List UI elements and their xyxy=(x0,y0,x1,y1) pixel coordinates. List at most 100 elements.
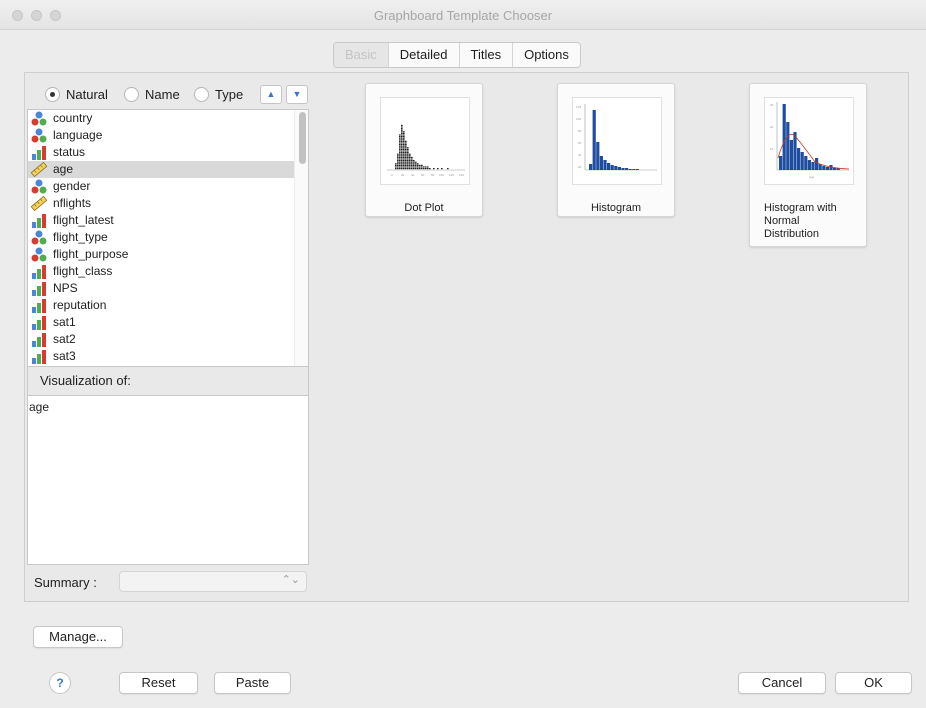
dot-mark xyxy=(413,160,415,162)
tab-bar: Basic Detailed Titles Options xyxy=(333,42,581,68)
variable-item[interactable]: flight_class xyxy=(28,263,308,280)
dot-mark xyxy=(405,145,407,147)
dot-mark xyxy=(409,166,411,168)
variable-item[interactable]: sat1 xyxy=(28,314,308,331)
dot-mark xyxy=(405,144,407,146)
sort-name-radio[interactable] xyxy=(124,87,139,102)
dot-mark xyxy=(409,155,411,157)
variable-label: status xyxy=(53,145,86,159)
variable-label: sat3 xyxy=(53,349,76,363)
histogram-bar xyxy=(811,162,815,170)
template-card-histogram-normal[interactable]: 30 20 10 Age Histogram with Normal Distrib… xyxy=(749,83,867,247)
dot-mark xyxy=(397,161,399,163)
dot-mark xyxy=(395,164,397,166)
help-icon[interactable]: ? xyxy=(49,672,71,694)
dot-mark xyxy=(411,163,413,165)
histogram-bar xyxy=(628,169,632,170)
variable-item[interactable]: flight_purpose xyxy=(28,246,308,263)
svg-text:80: 80 xyxy=(431,173,435,177)
dot-mark xyxy=(407,163,409,165)
sort-type-radio[interactable] xyxy=(194,87,209,102)
variable-item[interactable]: sat2 xyxy=(28,331,308,348)
variable-label: flight_purpose xyxy=(53,247,129,261)
variable-list-scrollbar[interactable] xyxy=(294,110,308,366)
variable-item[interactable]: flight_latest xyxy=(28,212,308,229)
variable-item[interactable]: status xyxy=(28,144,308,161)
variable-item[interactable]: sat3 xyxy=(28,348,308,365)
triangle-down-icon: ▼ xyxy=(292,89,302,99)
visualization-field[interactable]: age xyxy=(27,395,309,565)
title-bar: Graphboard Template Chooser xyxy=(0,0,926,30)
svg-text:20: 20 xyxy=(770,125,774,129)
variable-item[interactable]: language xyxy=(28,127,308,144)
histogram-bar xyxy=(625,168,629,170)
dot-mark xyxy=(403,139,405,141)
variable-item[interactable]: country xyxy=(28,110,308,127)
sort-type-label: Type xyxy=(215,87,244,102)
dot-mark xyxy=(403,150,405,152)
dot-mark xyxy=(423,166,425,168)
sort-natural-radio[interactable] xyxy=(45,87,60,102)
dot-mark xyxy=(403,145,405,147)
dot-mark xyxy=(401,145,403,147)
variable-item[interactable]: nflights xyxy=(28,195,308,212)
dot-mark xyxy=(399,164,401,166)
dot-mark xyxy=(411,156,413,158)
histogram-bar xyxy=(635,169,639,170)
tab-detailed[interactable]: Detailed xyxy=(389,43,460,67)
variable-item[interactable]: reputation xyxy=(28,297,308,314)
dot-mark xyxy=(407,152,409,154)
dot-mark xyxy=(407,158,409,160)
tab-options[interactable]: Options xyxy=(513,43,580,67)
dot-mark xyxy=(417,168,419,170)
reset-button[interactable]: Reset xyxy=(119,672,198,694)
variable-item[interactable]: NPS xyxy=(28,280,308,297)
template-label: Dot Plot xyxy=(404,202,444,214)
dot-mark xyxy=(401,150,403,152)
variable-label: age xyxy=(53,162,74,176)
dot-mark xyxy=(401,156,403,158)
ok-button[interactable]: OK xyxy=(835,672,912,694)
tab-titles[interactable]: Titles xyxy=(460,43,514,67)
scrollbar-thumb[interactable] xyxy=(299,112,306,164)
dot-mark xyxy=(415,164,417,166)
histogram-bar xyxy=(617,167,621,170)
histogram-bar xyxy=(610,165,614,170)
dot-mark xyxy=(403,144,405,146)
dot-mark xyxy=(403,152,405,154)
cancel-button[interactable]: Cancel xyxy=(738,672,826,694)
svg-text:60: 60 xyxy=(578,141,582,145)
dot-mark xyxy=(409,168,411,170)
summary-select[interactable]: ⌃⌄ xyxy=(119,571,307,592)
dot-mark xyxy=(401,164,403,166)
dot-mark xyxy=(397,163,399,165)
variable-label: nflights xyxy=(53,196,92,210)
variable-item[interactable]: gender xyxy=(28,178,308,195)
variable-list[interactable]: country language status age gender nflights fl… xyxy=(27,109,309,367)
variable-label: sat2 xyxy=(53,332,76,346)
dot-mark xyxy=(405,155,407,157)
dot-mark xyxy=(399,158,401,160)
template-card-histogram[interactable]: 120 100 80 60 40 20 Histogram xyxy=(557,83,675,217)
dot-mark xyxy=(401,137,403,139)
variable-item[interactable]: age xyxy=(28,161,308,178)
dot-mark xyxy=(397,158,399,160)
ordinal-measure-icon xyxy=(31,349,47,364)
move-down-button[interactable]: ▼ xyxy=(286,85,308,104)
dot-mark xyxy=(403,147,405,149)
dot-mark xyxy=(403,161,405,163)
nominal-measure-icon xyxy=(31,128,47,143)
paste-button[interactable]: Paste xyxy=(214,672,291,694)
histogram-bar xyxy=(786,122,790,170)
dot-mark xyxy=(413,161,415,163)
dot-mark xyxy=(403,156,405,158)
ordinal-measure-icon xyxy=(31,264,47,279)
svg-text:60: 60 xyxy=(421,173,425,177)
variable-item[interactable]: flight_type xyxy=(28,229,308,246)
move-up-button[interactable]: ▲ xyxy=(260,85,282,104)
window-title: Graphboard Template Chooser xyxy=(373,8,553,23)
dot-mark xyxy=(401,124,403,126)
manage-button[interactable]: Manage... xyxy=(33,626,123,648)
tab-basic[interactable]: Basic xyxy=(334,43,389,67)
template-card-dot-plot[interactable]: 0 20 40 60 80 100 120 140 Dot Plot xyxy=(365,83,483,217)
